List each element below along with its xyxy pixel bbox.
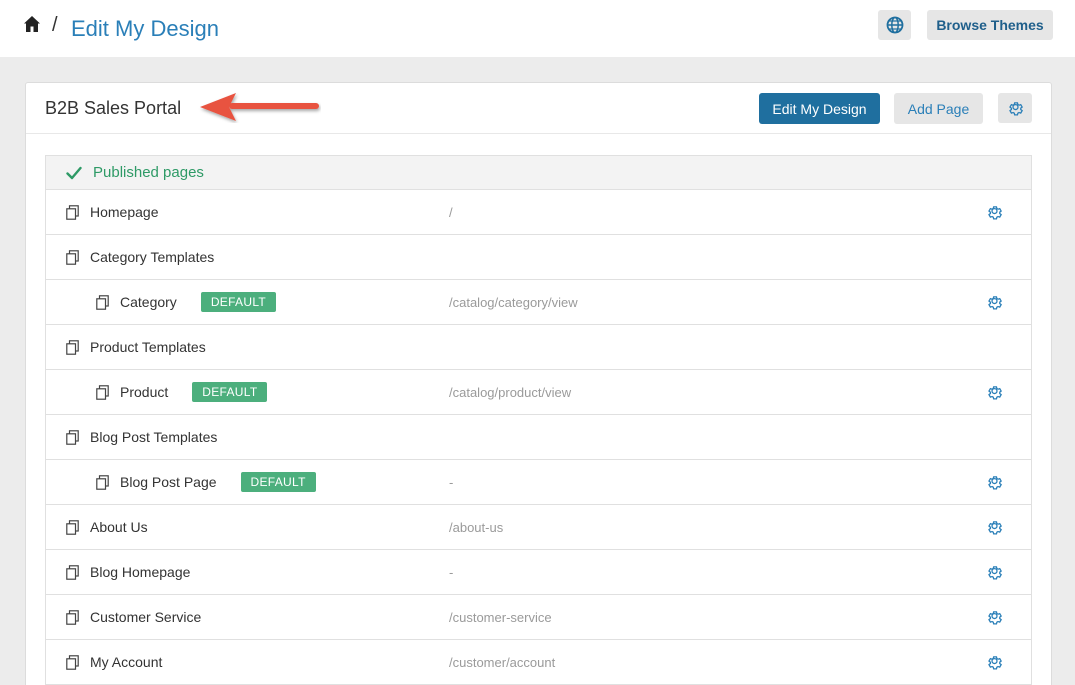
breadcrumb-separator: /: [52, 14, 58, 36]
table-row[interactable]: My Account /customer/account: [46, 640, 1031, 685]
add-page-button[interactable]: Add Page: [894, 93, 983, 124]
default-badge: DEFAULT: [200, 292, 277, 312]
gear-icon: [1008, 101, 1023, 116]
home-icon[interactable]: [23, 15, 41, 33]
annotation-arrow-icon: [200, 93, 319, 121]
page-name[interactable]: Category Templates: [90, 249, 214, 265]
page-copy-icon: [66, 250, 79, 265]
page-copy-icon: [96, 475, 109, 490]
page-url: /catalog/product/view: [449, 385, 572, 400]
page-copy-icon: [66, 340, 79, 355]
gear-icon[interactable]: [986, 519, 1003, 536]
table-row[interactable]: Product DEFAULT /catalog/product/view: [46, 370, 1031, 415]
section-label: Published pages: [93, 164, 204, 181]
gear-icon[interactable]: [986, 474, 1003, 491]
page-name[interactable]: About Us: [90, 519, 148, 535]
browse-themes-button[interactable]: Browse Themes: [927, 10, 1053, 40]
edit-my-design-button[interactable]: Edit My Design: [759, 93, 880, 124]
gear-icon[interactable]: [986, 654, 1003, 671]
page-title: Edit My Design: [71, 16, 219, 41]
page-name[interactable]: Product Templates: [90, 339, 206, 355]
gear-icon[interactable]: [986, 384, 1003, 401]
default-badge: DEFAULT: [192, 382, 268, 402]
pages-table: Published pages Homepage / Category Temp…: [45, 155, 1032, 685]
page-copy-icon: [96, 385, 109, 400]
card-header: B2B Sales Portal Edit My Design Add Page: [26, 83, 1051, 134]
page-name[interactable]: Blog Post Page: [120, 474, 217, 490]
page-url: /customer-service: [449, 610, 552, 625]
page-name[interactable]: Customer Service: [90, 609, 201, 625]
page-name[interactable]: Blog Post Templates: [90, 429, 217, 445]
page-url: /customer/account: [449, 655, 556, 670]
gear-icon[interactable]: [986, 204, 1003, 221]
default-badge: DEFAULT: [240, 472, 316, 492]
page-copy-icon: [66, 610, 79, 625]
design-card: B2B Sales Portal Edit My Design Add Page: [25, 82, 1052, 685]
globe-icon: [886, 16, 903, 34]
gear-icon[interactable]: [986, 609, 1003, 626]
gear-icon[interactable]: [986, 294, 1003, 311]
page-copy-icon: [66, 205, 79, 220]
page-url: -: [449, 475, 454, 490]
table-row[interactable]: Category Templates: [46, 235, 1031, 280]
page-copy-icon: [66, 565, 79, 580]
page-name[interactable]: Product: [120, 384, 168, 400]
page-url: /about-us: [449, 520, 504, 535]
page-name[interactable]: Homepage: [90, 204, 159, 220]
page-copy-icon: [66, 430, 79, 445]
page-name[interactable]: My Account: [90, 654, 162, 670]
table-row[interactable]: Blog Post Templates: [46, 415, 1031, 460]
page-name[interactable]: Category: [120, 294, 177, 310]
page-url: -: [449, 565, 454, 580]
globe-button[interactable]: [878, 10, 911, 40]
table-row[interactable]: Blog Homepage -: [46, 550, 1031, 595]
published-pages-header[interactable]: Published pages: [46, 156, 1031, 190]
table-row[interactable]: Product Templates: [46, 325, 1031, 370]
top-bar: / Edit My Design Browse Themes: [0, 0, 1075, 57]
page-copy-icon: [66, 520, 79, 535]
check-icon: [66, 166, 82, 180]
table-row[interactable]: Homepage /: [46, 190, 1031, 235]
page-url: /: [449, 205, 453, 220]
table-row[interactable]: Customer Service /customer-service: [46, 595, 1031, 640]
page-copy-icon: [66, 655, 79, 670]
page-url: /catalog/category/view: [449, 295, 578, 310]
page-copy-icon: [96, 295, 109, 310]
table-row[interactable]: Category DEFAULT /catalog/category/view: [46, 280, 1031, 325]
site-name: B2B Sales Portal: [45, 98, 182, 118]
gear-icon[interactable]: [986, 564, 1003, 581]
page-name[interactable]: Blog Homepage: [90, 564, 190, 580]
settings-button[interactable]: [998, 93, 1032, 123]
table-row[interactable]: Blog Post Page DEFAULT -: [46, 460, 1031, 505]
table-row[interactable]: About Us /about-us: [46, 505, 1031, 550]
